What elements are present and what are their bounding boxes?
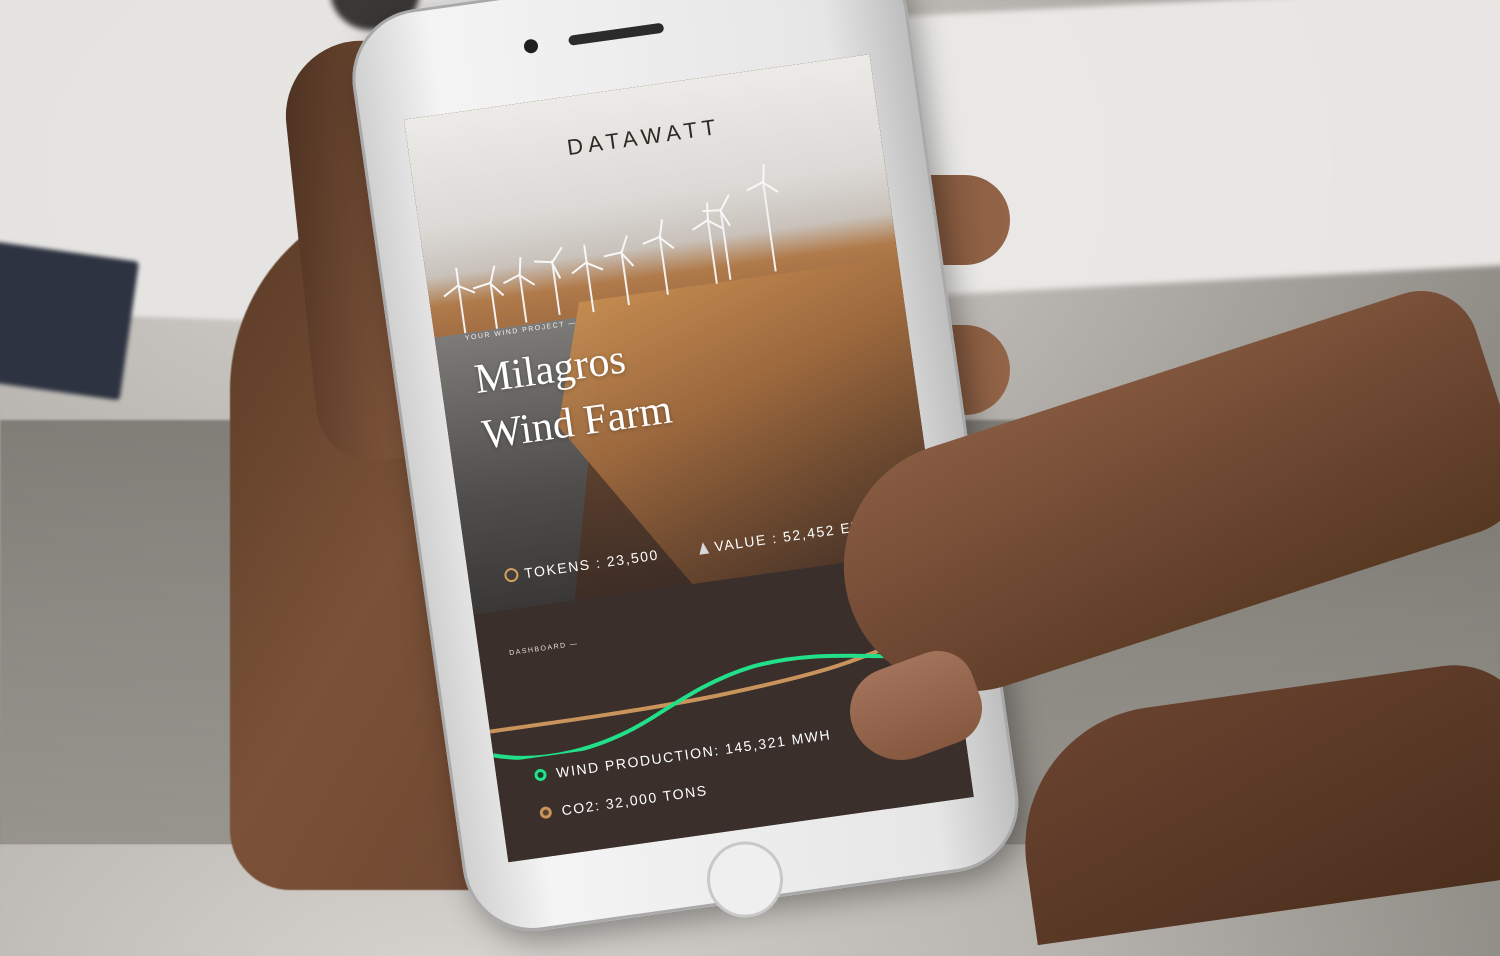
wind-turbine-icon <box>443 267 476 334</box>
token-coin-icon <box>503 567 520 583</box>
earpiece-speaker <box>567 22 665 46</box>
wind-turbine-icon <box>534 246 563 315</box>
brand-logo: DATAWATT <box>565 113 722 161</box>
wind-turbine-icon <box>746 164 779 272</box>
ethereum-icon <box>697 541 710 555</box>
green-dot-icon <box>533 768 548 782</box>
wind-turbine-icon <box>692 202 725 284</box>
home-button[interactable] <box>702 836 788 923</box>
gold-dot-icon <box>539 805 553 820</box>
wind-turbine-icon <box>702 194 732 280</box>
wind-turbine-icon <box>642 219 675 295</box>
wind-turbine-icon <box>472 265 505 329</box>
front-camera <box>523 38 539 55</box>
wind-turbine-icon <box>503 257 536 323</box>
co2-label: CO2: 32,000 TONS <box>560 781 709 819</box>
background-notebook <box>0 239 139 401</box>
legend-co2: CO2: 32,000 TONS <box>539 782 709 821</box>
